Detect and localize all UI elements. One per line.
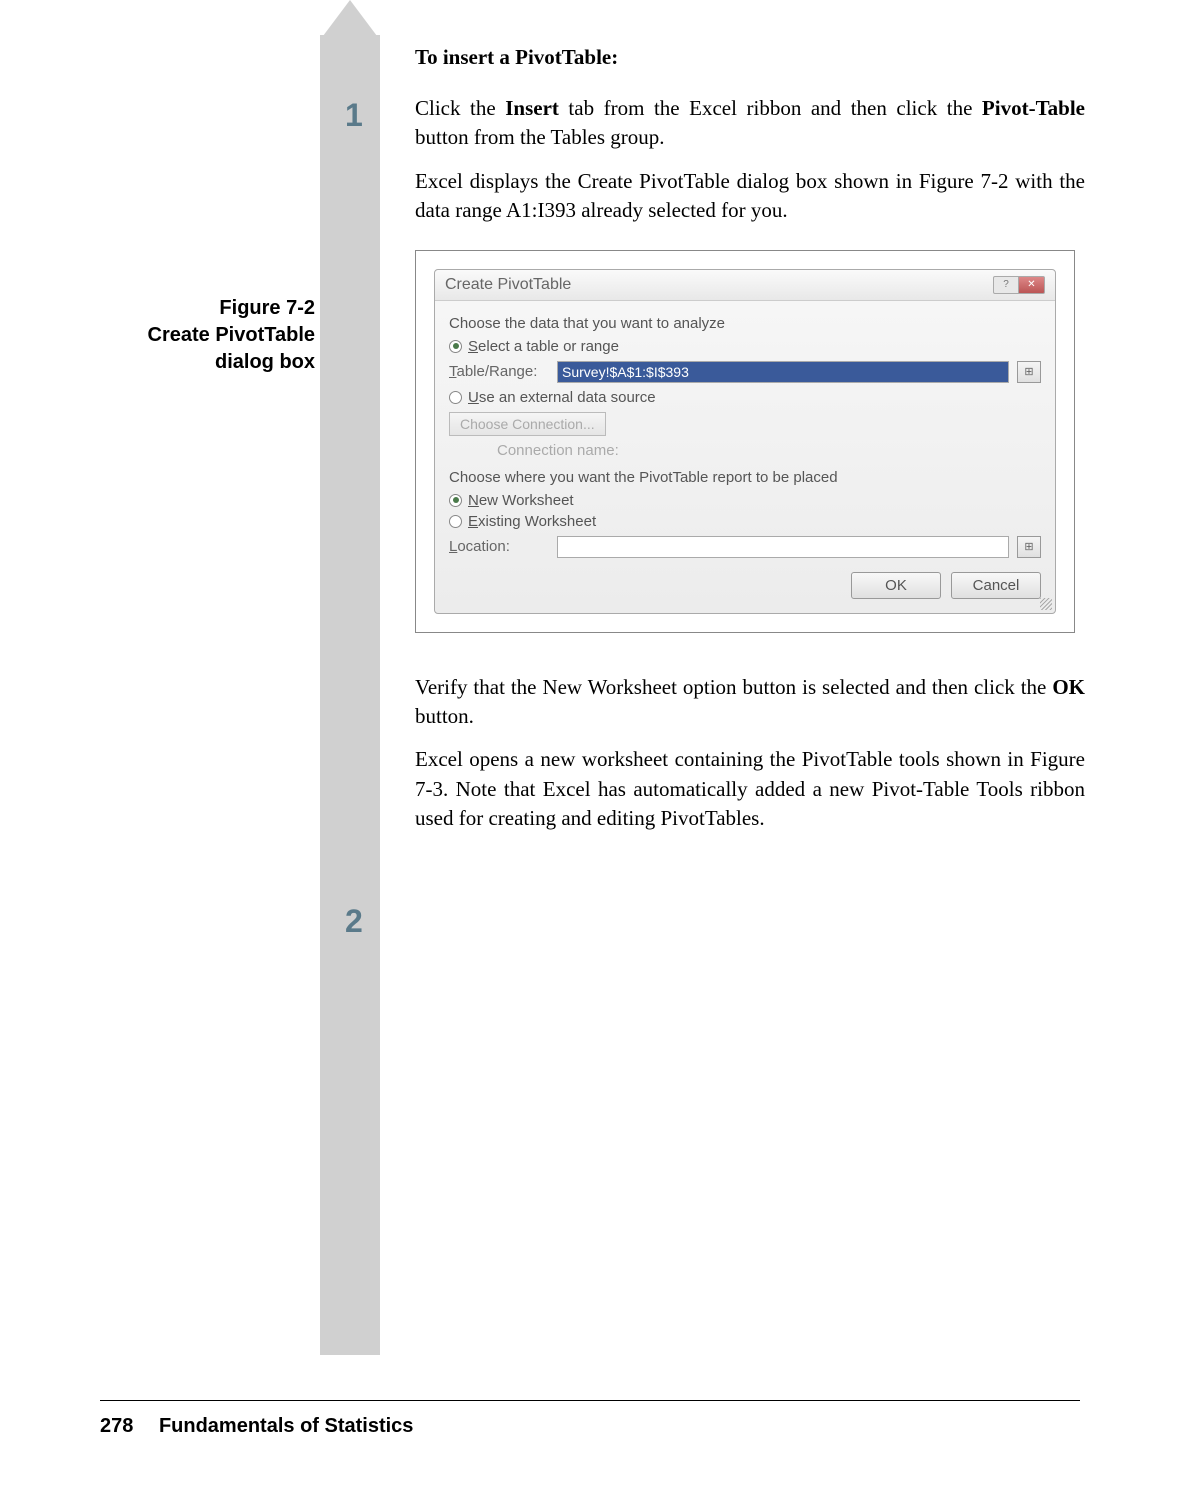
connection-name-label: Connection name: bbox=[497, 442, 1041, 459]
close-button[interactable]: ✕ bbox=[1019, 276, 1045, 294]
table-range-label: Table/Range: bbox=[449, 363, 549, 380]
radio-icon bbox=[449, 340, 462, 353]
figure-caption: Figure 7-2 Create PivotTable dialog box bbox=[100, 295, 315, 376]
help-button[interactable]: ? bbox=[993, 276, 1019, 294]
radio-existing-label: Existing Worksheet bbox=[468, 513, 596, 530]
location-picker-button[interactable]: ⊞ bbox=[1017, 536, 1041, 558]
step-1-number: 1 bbox=[345, 97, 363, 134]
sidebar-bar bbox=[320, 35, 380, 1355]
section-placement-label: Choose where you want the PivotTable rep… bbox=[449, 469, 1041, 486]
radio-new-worksheet[interactable]: New Worksheet bbox=[449, 492, 1041, 509]
radio-select-table[interactable]: Select a table or range bbox=[449, 338, 1041, 355]
ok-button[interactable]: OK bbox=[851, 572, 941, 599]
figure-frame: Create PivotTable ? ✕ Choose the data th… bbox=[415, 250, 1075, 633]
range-picker-button[interactable]: ⊞ bbox=[1017, 361, 1041, 383]
resize-grip-icon[interactable] bbox=[1040, 598, 1052, 610]
section-heading: To insert a PivotTable: bbox=[415, 45, 1085, 70]
radio-icon bbox=[449, 494, 462, 507]
footer-rule bbox=[100, 1400, 1080, 1401]
choose-connection-button[interactable]: Choose Connection... bbox=[449, 412, 606, 436]
radio-select-label: Select a table or range bbox=[468, 338, 619, 355]
radio-existing-worksheet[interactable]: Existing Worksheet bbox=[449, 513, 1041, 530]
radio-new-label: New Worksheet bbox=[468, 492, 574, 509]
radio-external-source[interactable]: Use an external data source bbox=[449, 389, 1041, 406]
radio-external-label: Use an external data source bbox=[468, 389, 656, 406]
dialog-title: Create PivotTable bbox=[445, 276, 571, 294]
sidebar-arrow bbox=[320, 0, 380, 40]
figure-title-1: Create PivotTable bbox=[100, 322, 315, 349]
location-label: Location: bbox=[449, 538, 549, 555]
step-1-text-1: Click the Insert tab from the Excel ribb… bbox=[415, 94, 1085, 153]
table-range-input[interactable]: Survey!$A$1:$I$393 bbox=[557, 361, 1009, 383]
step-2-number: 2 bbox=[345, 903, 363, 940]
window-buttons: ? ✕ bbox=[993, 276, 1045, 294]
table-range-row: Table/Range: Survey!$A$1:$I$393 ⊞ bbox=[449, 361, 1041, 383]
step-2-text-2: Excel opens a new worksheet containing t… bbox=[415, 745, 1085, 833]
cancel-button[interactable]: Cancel bbox=[951, 572, 1041, 599]
page-number: 278 bbox=[100, 1415, 133, 1437]
step-2-text-1: Verify that the New Worksheet option but… bbox=[415, 673, 1085, 732]
create-pivottable-dialog: Create PivotTable ? ✕ Choose the data th… bbox=[434, 269, 1056, 614]
step-1-text-2: Excel displays the Create PivotTable dia… bbox=[415, 167, 1085, 226]
page-footer: 278 Fundamentals of Statistics bbox=[100, 1415, 413, 1438]
figure-title-2: dialog box bbox=[100, 349, 315, 376]
book-title: Fundamentals of Statistics bbox=[159, 1415, 414, 1437]
figure-number: Figure 7-2 bbox=[100, 295, 315, 322]
location-input[interactable] bbox=[557, 536, 1009, 558]
section-analyze-label: Choose the data that you want to analyze bbox=[449, 315, 1041, 332]
dialog-titlebar: Create PivotTable ? ✕ bbox=[435, 270, 1055, 301]
location-row: Location: ⊞ bbox=[449, 536, 1041, 558]
radio-icon bbox=[449, 391, 462, 404]
radio-icon bbox=[449, 515, 462, 528]
